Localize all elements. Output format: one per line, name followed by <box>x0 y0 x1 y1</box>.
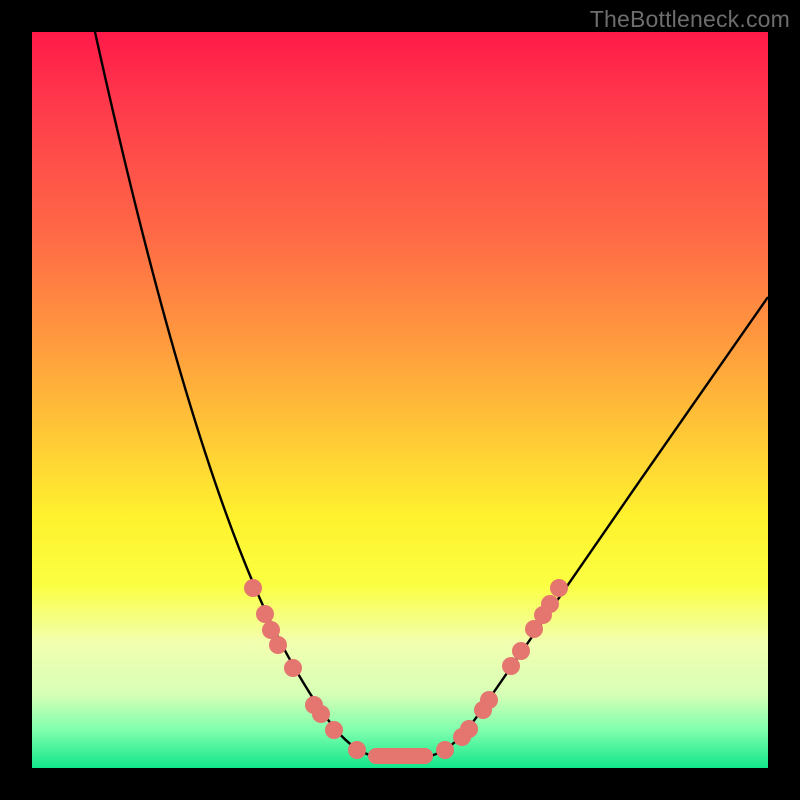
chart-frame: TheBottleneck.com <box>0 0 800 800</box>
data-dot <box>460 720 478 738</box>
data-dot <box>436 741 454 759</box>
data-dot <box>550 579 568 597</box>
data-dot <box>325 721 343 739</box>
data-dot <box>348 741 366 759</box>
curve-flat-band <box>368 748 433 764</box>
plot-area <box>32 32 768 768</box>
curve-left-branch <box>95 32 377 757</box>
dots-right-group <box>436 579 568 759</box>
dots-left-group <box>244 579 366 759</box>
data-dot <box>312 705 330 723</box>
data-dot <box>541 595 559 613</box>
data-dot <box>269 636 287 654</box>
data-dot <box>256 605 274 623</box>
data-dot <box>244 579 262 597</box>
curve-svg <box>32 32 768 768</box>
data-dot <box>480 691 498 709</box>
data-dot <box>284 659 302 677</box>
watermark-text: TheBottleneck.com <box>590 6 790 33</box>
curve-right-branch <box>427 297 768 757</box>
data-dot <box>512 642 530 660</box>
data-dot <box>502 657 520 675</box>
